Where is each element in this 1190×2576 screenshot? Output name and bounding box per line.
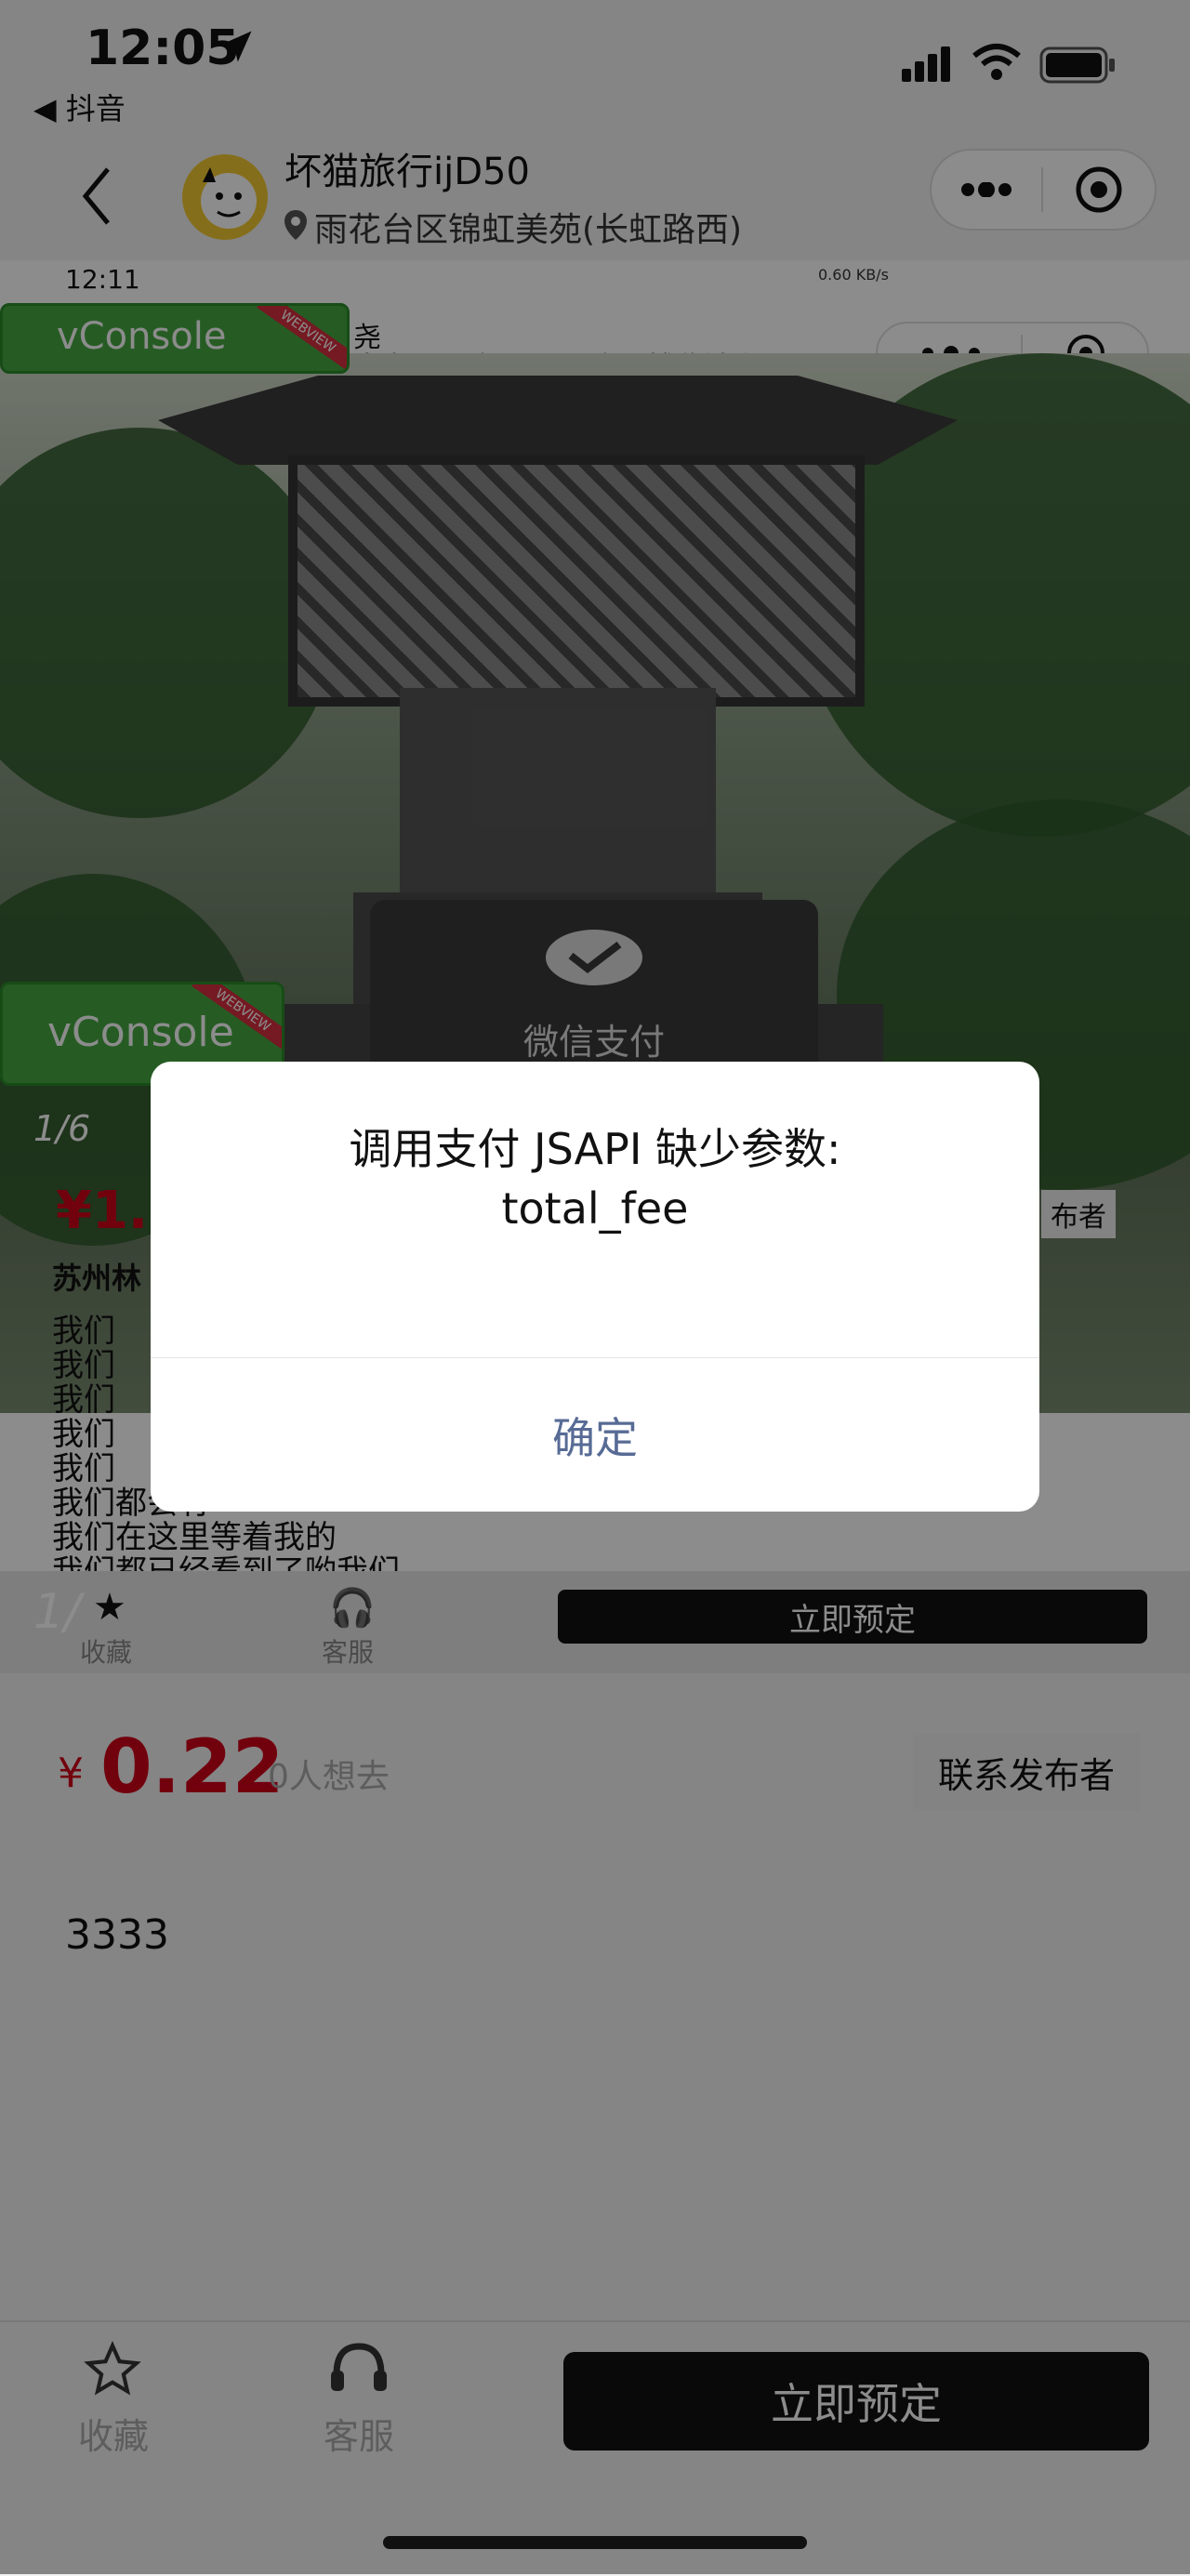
dialog-divider	[151, 1357, 1039, 1358]
dialog-confirm-button[interactable]: 确定	[151, 1359, 1039, 1512]
dialog-message: 调用支付 JSAPI 缺少参数: total_fee	[151, 1119, 1039, 1238]
error-dialog: 调用支付 JSAPI 缺少参数: total_fee 确定	[151, 1062, 1039, 1512]
dialog-message-line2: total_fee	[501, 1183, 689, 1234]
home-indicator[interactable]	[383, 2536, 807, 2549]
dialog-message-line1: 调用支付 JSAPI 缺少参数:	[349, 1124, 841, 1174]
